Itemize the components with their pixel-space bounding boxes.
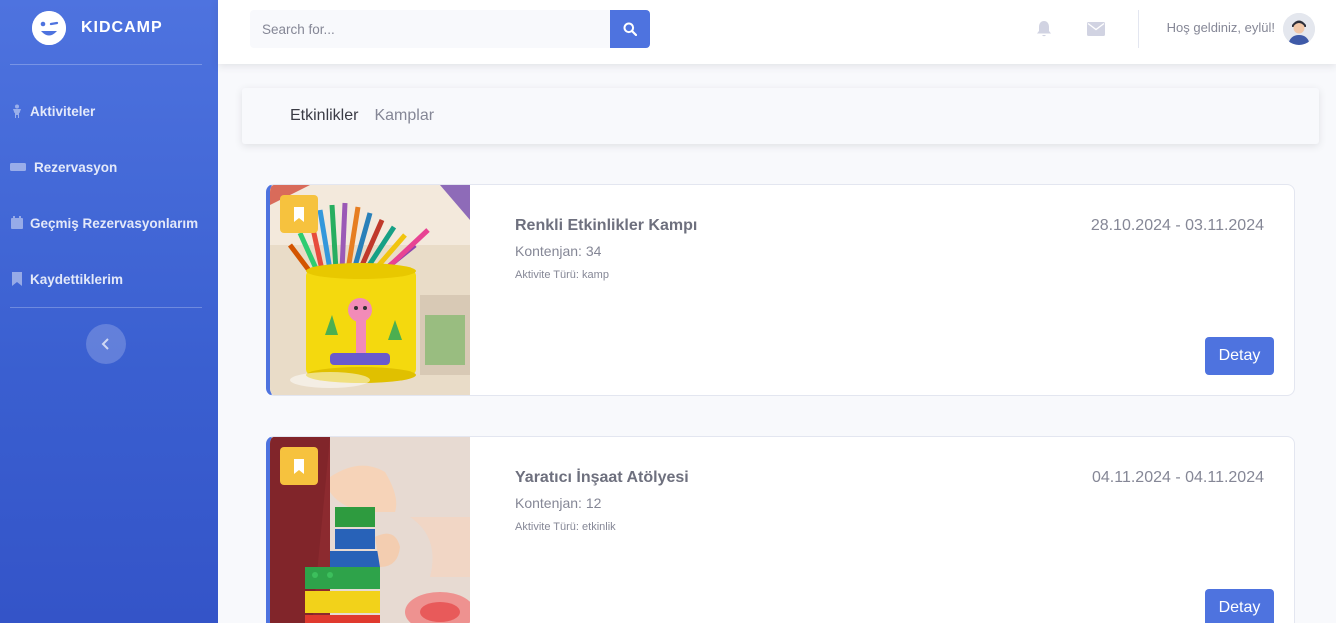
- brand[interactable]: KIDCAMP: [0, 0, 218, 56]
- bookmark-icon: [294, 206, 304, 222]
- activity-card: Yaratıcı İnşaat Atölyesi Kontenjan: 12 A…: [266, 436, 1295, 623]
- topbar: Hoş geldiniz, eylül!: [218, 0, 1336, 64]
- search-icon: [623, 22, 637, 36]
- chevron-left-icon: [101, 338, 109, 350]
- sidebar: KIDCAMP Aktiviteler Rezervasyon Geçmiş R…: [0, 0, 218, 623]
- sidebar-item-kaydettiklerim[interactable]: Kaydettiklerim: [0, 251, 218, 307]
- sidebar-item-gecmis-rezervasyonlarim[interactable]: Geçmiş Rezervasyonlarım: [0, 195, 218, 251]
- sidebar-item-label: Aktiviteler: [30, 103, 96, 119]
- brand-name: KIDCAMP: [81, 19, 163, 36]
- sidebar-item-label: Kaydettiklerim: [30, 271, 124, 287]
- activity-capacity: Kontenjan: 34: [515, 243, 602, 259]
- child-icon: [10, 104, 24, 118]
- search-bar: [250, 10, 650, 48]
- sidebar-item-aktiviteler[interactable]: Aktiviteler: [0, 83, 218, 139]
- detail-button[interactable]: Detay: [1205, 337, 1274, 375]
- activity-title: Renkli Etkinlikler Kampı: [515, 217, 698, 234]
- topbar-divider: [1138, 10, 1139, 48]
- detail-button[interactable]: Detay: [1205, 589, 1274, 623]
- sidebar-item-rezervasyon[interactable]: Rezervasyon: [0, 139, 218, 195]
- calendar-icon: [10, 216, 24, 230]
- search-button[interactable]: [610, 10, 650, 48]
- sidebar-divider: [10, 64, 202, 65]
- user-greeting[interactable]: Hoş geldiniz, eylül!: [1167, 20, 1275, 35]
- envelope-icon[interactable]: [1087, 22, 1105, 36]
- tab-bar: Etkinlikler Kamplar: [242, 88, 1319, 144]
- bell-icon[interactable]: [1036, 20, 1052, 38]
- search-input[interactable]: [250, 10, 610, 48]
- activity-image: [270, 437, 470, 623]
- activity-capacity: Kontenjan: 12: [515, 495, 602, 511]
- bookmark-button[interactable]: [280, 447, 318, 485]
- activity-image: [270, 185, 470, 395]
- bookmark-icon: [294, 458, 304, 474]
- bookmark-button[interactable]: [280, 195, 318, 233]
- bookmark-icon: [10, 272, 24, 286]
- activity-card: Renkli Etkinlikler Kampı Kontenjan: 34 A…: [266, 184, 1295, 396]
- sidebar-item-label: Geçmiş Rezervasyonlarım: [30, 215, 199, 231]
- user-avatar[interactable]: [1283, 13, 1315, 45]
- activity-title: Yaratıcı İnşaat Atölyesi: [515, 469, 689, 486]
- activity-type: Aktivite Türü: kamp: [515, 269, 609, 281]
- activity-dates: 28.10.2024 - 03.11.2024: [1090, 217, 1264, 234]
- tab-kamplar[interactable]: Kamplar: [374, 107, 434, 125]
- sidebar-toggle-button[interactable]: [86, 324, 126, 364]
- tab-etkinlikler[interactable]: Etkinlikler: [290, 107, 358, 125]
- sidebar-divider: [10, 307, 202, 308]
- activity-type: Aktivite Türü: etkinlik: [515, 521, 616, 533]
- ticket-icon: [10, 160, 26, 174]
- sidebar-item-label: Rezervasyon: [34, 159, 118, 175]
- wink-face-logo-icon: [32, 11, 66, 45]
- activity-dates: 04.11.2024 - 04.11.2024: [1092, 469, 1264, 486]
